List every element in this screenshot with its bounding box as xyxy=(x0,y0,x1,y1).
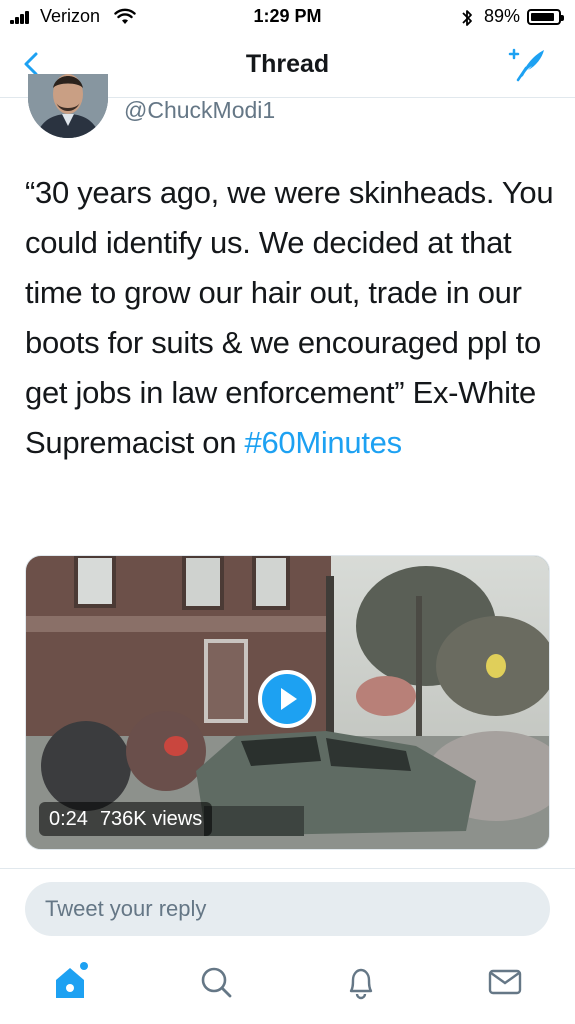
avatar[interactable] xyxy=(28,74,108,138)
battery-icon xyxy=(527,9,564,25)
mail-icon xyxy=(488,969,522,995)
battery-percent: 89% xyxy=(484,6,521,26)
video-views: 736K views xyxy=(99,808,203,830)
author-handle[interactable]: @ChuckModi1 xyxy=(124,97,275,124)
video-meta: 0:24 736K views xyxy=(39,802,213,836)
bell-icon xyxy=(349,968,373,1000)
play-button[interactable] xyxy=(258,670,316,728)
reply-input[interactable] xyxy=(25,882,550,936)
tweet-text: “30 years ago, we were skinheads. You co… xyxy=(25,168,555,468)
tab-notifications[interactable] xyxy=(341,960,381,1004)
status-bar: Verizon 1:29 PM 89% xyxy=(0,0,575,34)
tweet-body: “30 years ago, we were skinheads. You co… xyxy=(25,175,554,460)
tab-search[interactable] xyxy=(196,960,236,1004)
search-icon xyxy=(201,967,232,998)
compose-tweet-button[interactable] xyxy=(506,44,550,84)
compose-tweet-icon xyxy=(508,48,544,82)
home-icon xyxy=(56,962,88,998)
tab-home[interactable] xyxy=(50,960,90,1004)
bluetooth-icon xyxy=(462,10,472,26)
video-duration: 0:24 xyxy=(49,808,88,830)
tab-messages[interactable] xyxy=(485,960,525,1004)
hashtag-link[interactable]: #60Minutes xyxy=(245,425,403,460)
play-icon xyxy=(281,688,297,710)
